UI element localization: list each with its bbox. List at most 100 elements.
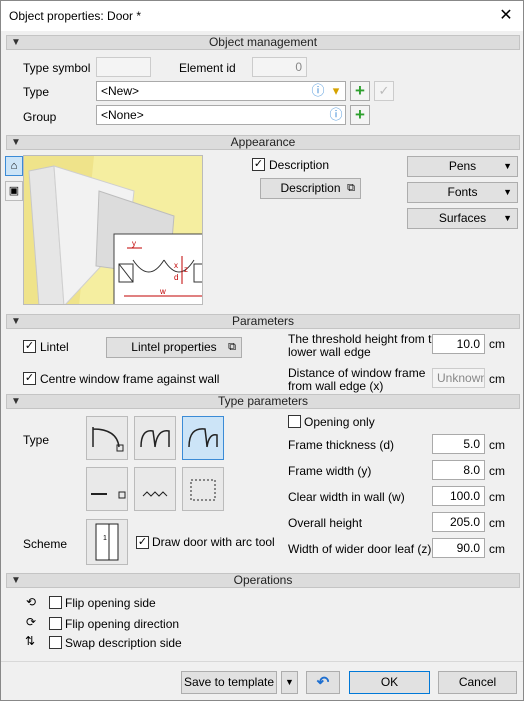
centre-window-checkbox[interactable]: ✓ <box>23 372 36 385</box>
type-symbol-input <box>96 57 151 77</box>
frame-width-label: Frame width (y) <box>288 464 372 478</box>
opening-only-label: Opening only <box>304 415 375 429</box>
frame-width-input[interactable]: 8.0 <box>432 460 485 480</box>
description-button[interactable]: Description ⧉ <box>260 178 361 199</box>
close-icon[interactable]: ✕ <box>495 5 517 27</box>
distance-label-2: from wall edge (x) <box>288 379 384 393</box>
surfaces-label: Surfaces <box>438 211 487 225</box>
chevron-down-icon: ▼ <box>11 396 21 407</box>
type-parameter-label: Type <box>23 433 50 447</box>
surfaces-dropdown[interactable]: Surfaces ▼ <box>407 208 518 229</box>
door-type-single-arc[interactable] <box>86 416 128 460</box>
ok-button[interactable]: OK <box>349 671 430 694</box>
flip-direction-checkbox[interactable] <box>49 617 62 630</box>
dialog-window: Object properties: Door * ✕ ▼ Object man… <box>0 0 524 701</box>
group-select-value: <None> <box>101 108 144 122</box>
fonts-label: Fonts <box>447 185 478 199</box>
title-bar: Object properties: Door * ✕ <box>1 1 523 31</box>
section-appearance[interactable]: ▼ Appearance <box>6 135 520 150</box>
door-type-opening[interactable] <box>182 467 224 511</box>
section-title: Appearance <box>230 135 296 149</box>
section-parameters[interactable]: ▼ Parameters <box>6 314 520 329</box>
door-type-double-arc[interactable] <box>134 416 176 460</box>
apply-check-icon: ✓ <box>374 81 394 101</box>
flip-side-icon: ⟲ <box>26 595 37 609</box>
chevron-down-icon: ▼ <box>503 161 512 171</box>
clear-width-label: Clear width in wall (w) <box>288 490 405 504</box>
double-arc-door-icon <box>140 430 170 448</box>
undo-icon: ↶ <box>316 674 330 691</box>
description-checkbox[interactable]: ✓ <box>252 158 265 171</box>
sliding-door-icon <box>91 491 126 499</box>
section-object-management[interactable]: ▼ Object management <box>6 35 520 50</box>
flip-direction-icon: ⟳ <box>26 615 37 629</box>
leaf-width-input[interactable]: 90.0 <box>432 538 485 558</box>
lintel-checkbox[interactable]: ✓ <box>23 340 36 353</box>
door-type-folding[interactable] <box>134 467 176 511</box>
save-template-button[interactable]: Save to template <box>181 671 277 694</box>
section-operations[interactable]: ▼ Operations <box>6 573 520 588</box>
swap-description-checkbox[interactable] <box>49 636 62 649</box>
opening-only-checkbox[interactable] <box>288 415 301 428</box>
add-group-icon[interactable]: + <box>350 105 370 125</box>
description-checkbox-label: Description <box>269 158 330 172</box>
scheme-door-icon <box>95 523 119 561</box>
centre-window-label: Centre window frame against wall <box>40 372 220 386</box>
lintel-properties-label: Lintel properties <box>131 340 217 354</box>
dialog-title: Object properties: Door * <box>9 9 142 23</box>
flip-side-checkbox[interactable] <box>49 596 62 609</box>
chevron-down-icon: ▼ <box>11 137 21 148</box>
chevron-down-icon: ▼ <box>11 575 21 586</box>
clear-width-input[interactable]: 100.0 <box>432 486 485 506</box>
door-type-unequal-arc[interactable] <box>182 416 224 460</box>
section-type-parameters[interactable]: ▼ Type parameters <box>6 394 520 409</box>
overall-height-input[interactable]: 205.0 <box>432 512 485 532</box>
undo-button[interactable]: ↶ <box>306 671 340 694</box>
threshold-label-2: lower wall edge <box>288 345 371 359</box>
swap-description-icon: ⇅ <box>25 634 36 648</box>
group-label: Group <box>23 110 57 124</box>
description-button-label: Description <box>280 181 341 195</box>
tag-icon[interactable]: ▾ <box>327 82 345 100</box>
door-preview-image: y x d z w <box>24 156 202 304</box>
chevron-down-icon: ▼ <box>503 187 512 197</box>
group-select[interactable]: <None> <box>96 105 346 125</box>
folding-door-icon <box>142 491 168 497</box>
flip-direction-label: Flip opening direction <box>65 617 180 631</box>
frame-thickness-input[interactable]: 5.0 <box>432 434 485 454</box>
add-type-icon[interactable]: + <box>350 81 370 101</box>
dim-x-label: x <box>174 261 178 270</box>
distance-unit: cm <box>489 372 505 386</box>
door-preview: y x d z w <box>23 155 203 305</box>
threshold-label-1: The threshold height from the <box>288 332 445 346</box>
draw-arc-checkbox[interactable]: ✓ <box>136 536 149 549</box>
distance-label-1: Distance of window frame <box>288 366 426 380</box>
type-symbol-label: Type symbol <box>23 61 91 75</box>
chevron-down-icon: ▼ <box>11 37 21 48</box>
flip-side-label: Flip opening side <box>65 596 156 610</box>
save-template-dropdown[interactable]: ▼ <box>281 671 298 694</box>
threshold-input[interactable]: 10.0 <box>432 334 485 354</box>
lintel-properties-button[interactable]: Lintel properties ⧉ <box>106 337 242 358</box>
popup-icon: ⧉ <box>347 182 355 194</box>
threshold-unit: cm <box>489 337 505 351</box>
scheme-label: Scheme <box>23 537 68 551</box>
section-title: Type parameters <box>217 394 309 408</box>
element-id-label: Element id <box>179 61 236 75</box>
dim-d-label: d <box>174 273 178 282</box>
scheme-button[interactable]: 1 <box>86 519 128 565</box>
footer-divider <box>1 661 523 662</box>
3d-view-icon[interactable]: ▣ <box>5 181 23 201</box>
unequal-arc-door-icon <box>188 428 218 448</box>
pens-dropdown[interactable]: Pens ▼ <box>407 156 518 177</box>
plan-view-icon[interactable]: ⌂ <box>5 156 23 176</box>
cancel-button[interactable]: Cancel <box>438 671 517 694</box>
door-type-sliding[interactable] <box>86 467 128 511</box>
section-title: Object management <box>208 35 318 49</box>
fonts-dropdown[interactable]: Fonts ▼ <box>407 182 518 203</box>
info-icon[interactable]: ⓘ <box>309 82 327 100</box>
element-id-input: 0 <box>252 57 307 77</box>
swap-description-label: Swap description side <box>65 636 182 650</box>
info-icon[interactable]: ⓘ <box>327 106 345 124</box>
dim-z-label: z <box>184 265 188 274</box>
